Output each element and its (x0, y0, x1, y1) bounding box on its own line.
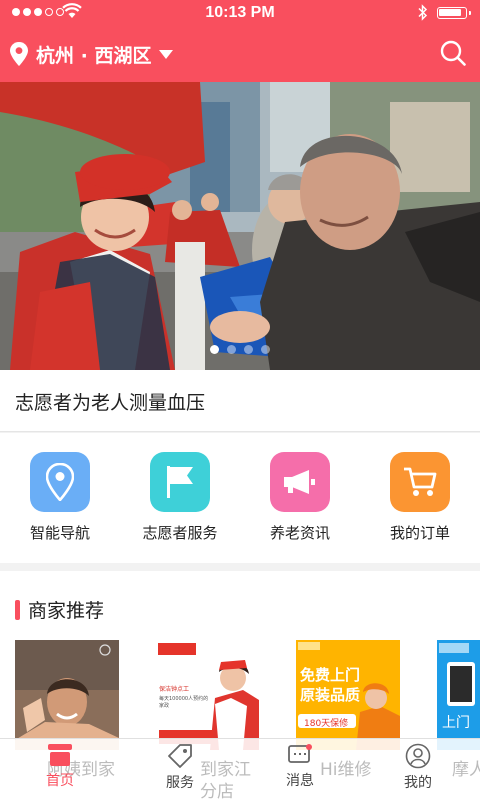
location-pin-icon (46, 463, 74, 501)
merchant-card[interactable] (15, 640, 119, 750)
elderly-news-button[interactable]: 养老资讯 (240, 433, 360, 563)
merchant-card[interactable]: 上门 (437, 640, 480, 750)
smart-navigation-button[interactable]: 智能导航 (0, 433, 120, 563)
nanny-card-image (155, 640, 259, 750)
orders-icon-tile (390, 452, 450, 512)
search-button[interactable] (440, 40, 466, 70)
section-header: 商家推荐 (15, 596, 104, 623)
tab-service[interactable]: 服务 (145, 743, 215, 800)
merchant-card[interactable]: 免费上门 原装品质 180天保修 (296, 640, 400, 750)
install-card-sub: 原装品质 (300, 686, 361, 704)
location-pin-icon (10, 42, 28, 66)
install-card-headline: 免费上门 (300, 666, 361, 684)
repair-card-headline: 上门 (442, 715, 470, 731)
news-icon-tile (270, 452, 330, 512)
carousel-dot[interactable] (261, 345, 270, 354)
banner-caption: 志愿者为老人测量血压 (15, 392, 206, 414)
banner-caption-bar[interactable]: 志愿者为老人测量血压 (0, 370, 480, 432)
carousel-dot[interactable] (244, 345, 253, 354)
user-icon (405, 743, 431, 769)
tab-profile[interactable]: 我的 (383, 743, 453, 800)
location-selector[interactable]: 杭州 · 西湖区 (10, 40, 174, 68)
status-bar: 10:13 PM (0, 0, 480, 26)
carousel-indicator[interactable] (0, 345, 480, 354)
quick-menu-label: 智能导航 (29, 524, 90, 542)
carousel-dot[interactable] (210, 345, 219, 354)
nanny-card-headline: 保洁钟点工 (159, 686, 190, 693)
megaphone-icon (284, 470, 315, 494)
navigation-icon-tile (30, 452, 90, 512)
status-time: 10:13 PM (205, 4, 275, 21)
caret-down-icon (159, 49, 174, 59)
home-icon (48, 744, 72, 766)
carousel-dot[interactable] (227, 345, 236, 354)
service-tag-icon (168, 744, 192, 768)
volunteer-icon-tile (150, 452, 210, 512)
tab-label: 消息 (286, 773, 314, 789)
spa-card-image (15, 640, 119, 750)
tab-label: 服务 (166, 775, 194, 791)
section-title: 商家推荐 (28, 600, 105, 622)
app-header: 10:13 PM 杭州 · 西湖区 (0, 0, 480, 82)
repair-card-image (437, 640, 480, 750)
banner-photo (0, 82, 480, 370)
tab-label: 首页 (46, 773, 74, 789)
tab-home[interactable]: 首页 (25, 743, 95, 800)
battery-icon (437, 7, 471, 19)
tabbar-ghost-text: 摩人 (452, 760, 480, 780)
bottom-tab-bar: 阿姨到家 到家江 分店 Hi维修 摩人 首页 服务 消息 我的 (0, 738, 480, 800)
location-text: 杭州 · 西湖区 (36, 44, 152, 67)
merchant-card-list[interactable]: 保洁钟点工 每天100000人预约的家政 免费上门 原装品质 180天保修 上门 (0, 640, 480, 750)
quick-menu-label: 我的订单 (389, 524, 450, 542)
flag-icon (167, 466, 193, 498)
quick-menu: 智能导航 志愿者服务 养老资讯 我的订单 (0, 433, 480, 563)
search-icon (440, 40, 466, 66)
merchant-card[interactable]: 保洁钟点工 每天100000人预约的家政 (155, 640, 259, 750)
section-accent-bar (15, 599, 20, 620)
bluetooth-icon (418, 4, 428, 21)
quick-menu-label: 志愿者服务 (142, 524, 218, 542)
banner-carousel[interactable] (0, 82, 480, 370)
message-icon (288, 744, 312, 763)
tab-messages[interactable]: 消息 (265, 743, 335, 800)
volunteer-service-button[interactable]: 志愿者服务 (120, 433, 240, 563)
my-orders-button[interactable]: 我的订单 (360, 433, 480, 563)
tab-label: 我的 (404, 775, 432, 791)
quick-menu-label: 养老资讯 (269, 524, 330, 542)
install-card-note: 180天保修 (304, 719, 349, 729)
nanny-card-note: 每天100000人预约的家政 (159, 696, 209, 709)
shopping-cart-icon (404, 467, 437, 496)
